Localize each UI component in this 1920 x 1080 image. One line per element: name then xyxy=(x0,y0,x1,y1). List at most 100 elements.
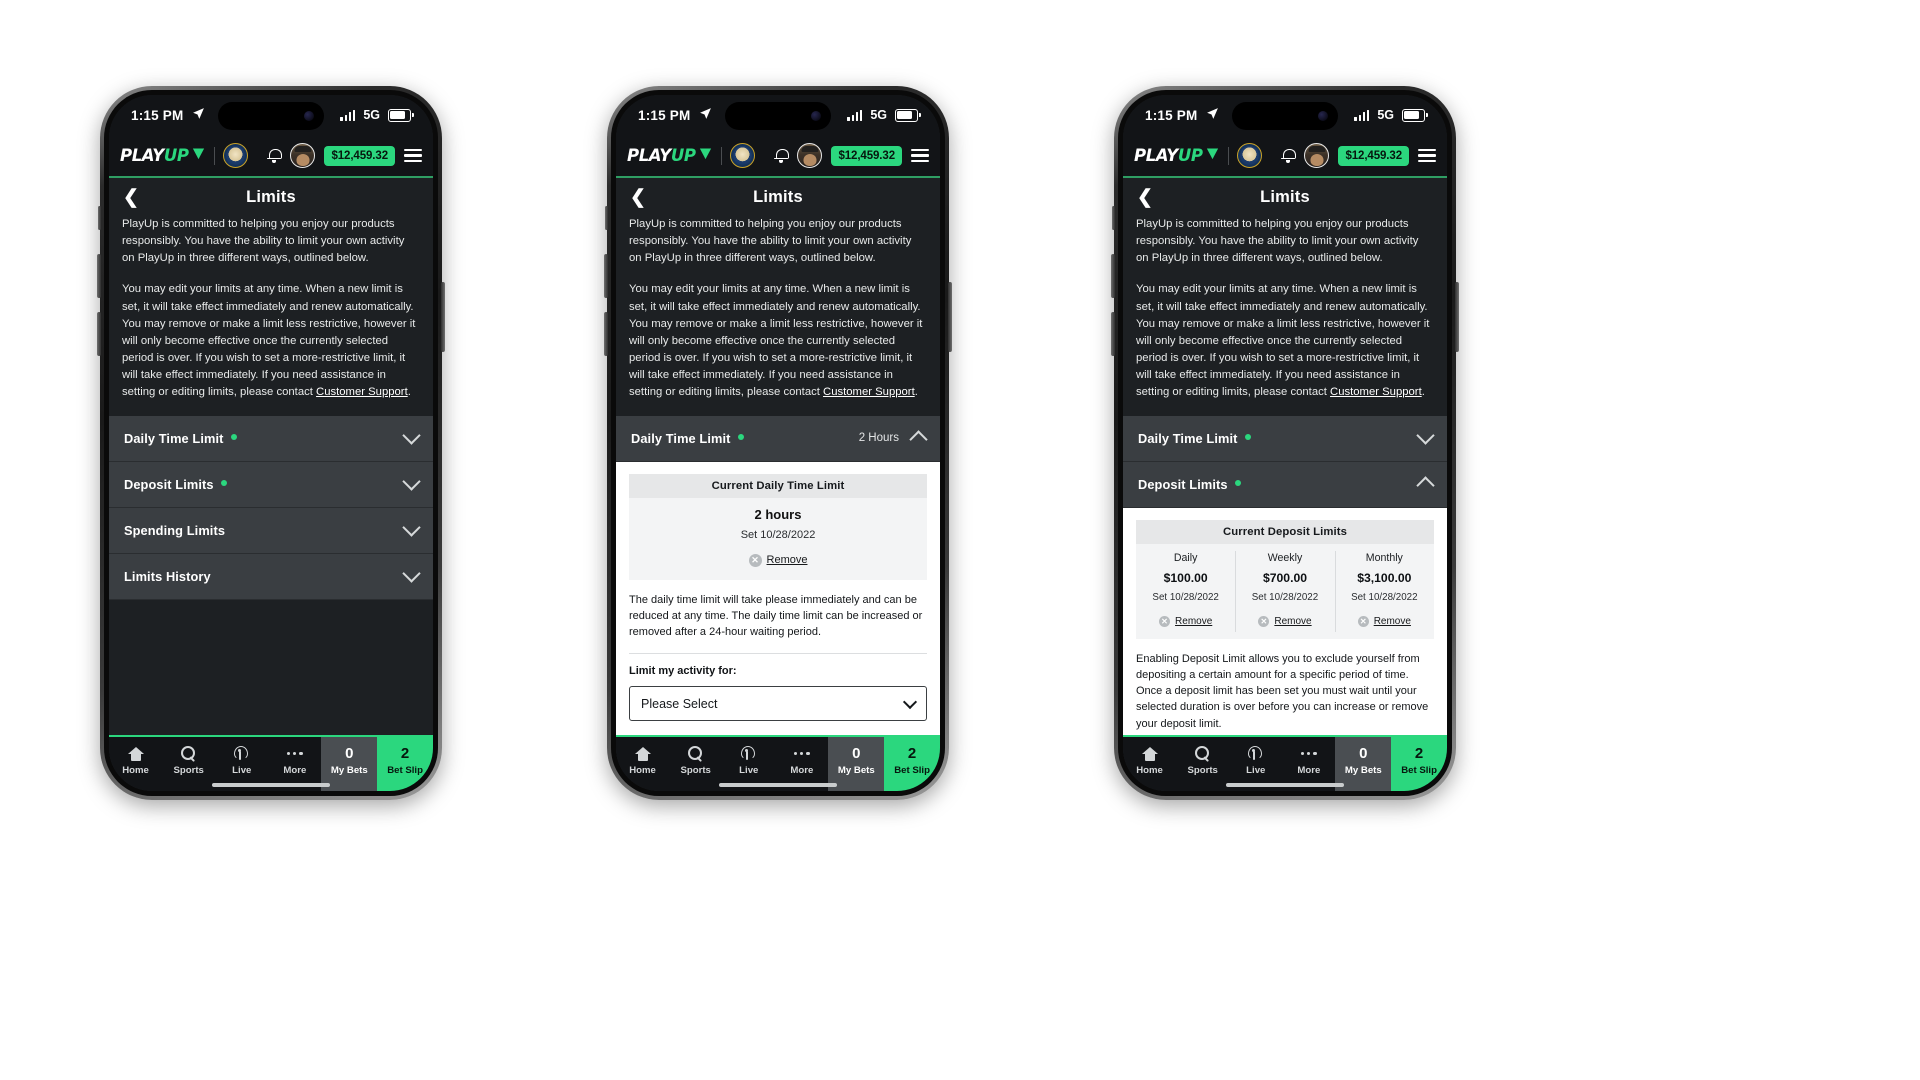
power-button[interactable] xyxy=(1455,282,1459,352)
accordion-label: Deposit Limits xyxy=(1138,476,1228,492)
volume-down-button[interactable] xyxy=(604,312,608,356)
limit-duration-select[interactable]: Please Select xyxy=(629,686,927,722)
avatar[interactable] xyxy=(290,143,316,168)
phone-mockup-2: 1:15 PM 5G PLAY UP $12,459.32 ❮ Limits P… xyxy=(604,86,952,800)
state-seal-icon xyxy=(1236,143,1262,168)
remove-weekly-deposit-limit-button[interactable]: ✕ Remove xyxy=(1258,616,1312,628)
playup-logo[interactable]: PLAY UP xyxy=(627,146,713,165)
intro-text: PlayUp is committed to helping you enjoy… xyxy=(109,216,433,402)
accordion-label: Spending Limits xyxy=(124,522,226,538)
limits-accordion: Daily Time Limit Deposit Limits Current … xyxy=(1123,415,1447,746)
header-divider xyxy=(1227,146,1229,165)
accordion-daily-time-limit[interactable]: Daily Time Limit 2 Hours xyxy=(616,415,940,462)
ellipsis-icon xyxy=(1301,746,1317,761)
screenshot-canvas: 1:15 PM 5G PLAY UP $12,459.32 ❮ Limits P… xyxy=(0,0,1920,1080)
ellipsis-icon xyxy=(287,746,303,761)
power-button[interactable] xyxy=(948,282,952,352)
tab-bet-slip[interactable]: 2 Bet Slip xyxy=(1391,737,1447,791)
intro-p2-part-b: . xyxy=(914,386,918,399)
customer-support-link[interactable]: Customer Support xyxy=(823,386,915,398)
battery-icon xyxy=(895,108,921,122)
balance-badge[interactable]: $12,459.32 xyxy=(831,145,902,166)
avatar[interactable] xyxy=(1304,143,1330,168)
tab-label: More xyxy=(283,765,307,776)
tab-label: Home xyxy=(629,764,656,776)
my-bets-count: 0 xyxy=(852,745,861,762)
remove-monthly-deposit-limit-button[interactable]: ✕ Remove xyxy=(1357,616,1411,628)
accordion-deposit-limits[interactable]: Deposit Limits xyxy=(1123,461,1447,508)
app-header: PLAY UP $12,459.32 xyxy=(616,135,940,178)
accordion-daily-time-limit[interactable]: Daily Time Limit xyxy=(1123,415,1447,462)
status-time: 1:15 PM xyxy=(131,107,184,123)
back-button[interactable]: ❮ xyxy=(630,188,650,207)
tab-sports[interactable]: Sports xyxy=(1176,737,1229,791)
remove-x-circle-icon: ✕ xyxy=(748,553,762,567)
tab-label: My Bets xyxy=(1344,765,1382,776)
volume-up-button[interactable] xyxy=(604,254,608,298)
power-button[interactable] xyxy=(441,282,445,352)
current-daily-time-limit-table: Current Daily Time Limit 2 hours Set 10/… xyxy=(629,473,927,580)
accordion-limits-history[interactable]: Limits History xyxy=(109,553,433,600)
tab-sports[interactable]: Sports xyxy=(162,737,215,791)
tab-my-bets[interactable]: 0 My Bets xyxy=(321,737,378,791)
customer-support-link[interactable]: Customer Support xyxy=(1330,386,1422,398)
front-camera-icon xyxy=(1318,111,1328,121)
balance-badge[interactable]: $12,459.32 xyxy=(1338,145,1409,166)
tab-label: Sports xyxy=(680,765,711,776)
back-button[interactable]: ❮ xyxy=(123,188,143,207)
phone-screen-2: 1:15 PM 5G PLAY UP $12,459.32 ❮ Limits P… xyxy=(616,95,940,791)
tab-my-bets[interactable]: 0 My Bets xyxy=(1335,737,1392,791)
deposit-column-monthly: Monthly $3,100.00 Set 10/28/2022 ✕ Remov… xyxy=(1334,544,1434,639)
hamburger-menu-icon[interactable] xyxy=(911,149,929,162)
silent-switch[interactable] xyxy=(605,206,608,230)
customer-support-link[interactable]: Customer Support xyxy=(316,386,408,398)
tab-sports[interactable]: Sports xyxy=(669,737,722,791)
back-button[interactable]: ❮ xyxy=(1137,188,1157,207)
remove-label: Remove xyxy=(1175,616,1213,628)
tab-bet-slip[interactable]: 2 Bet Slip xyxy=(377,737,433,791)
live-broadcast-icon xyxy=(740,746,757,761)
tab-home[interactable]: Home xyxy=(616,737,669,791)
remove-daily-deposit-limit-button[interactable]: ✕ Remove xyxy=(1159,616,1213,628)
volume-down-button[interactable] xyxy=(1111,312,1115,356)
ellipsis-icon xyxy=(794,746,810,761)
status-time: 1:15 PM xyxy=(1145,107,1198,123)
avatar[interactable] xyxy=(797,143,823,168)
hamburger-menu-icon[interactable] xyxy=(404,149,422,162)
current-limit-value: 2 hours xyxy=(754,506,802,522)
volume-down-button[interactable] xyxy=(97,312,101,356)
volume-up-button[interactable] xyxy=(97,254,101,298)
my-bets-count: 0 xyxy=(1359,745,1368,762)
silent-switch[interactable] xyxy=(1112,206,1115,230)
tab-label: Live xyxy=(739,765,759,776)
tab-home[interactable]: Home xyxy=(109,737,162,791)
remove-label: Remove xyxy=(1373,616,1411,628)
column-name: Monthly xyxy=(1365,551,1403,564)
accordion-spending-limits[interactable]: Spending Limits xyxy=(109,507,433,554)
silent-switch[interactable] xyxy=(98,206,101,230)
notification-bell-icon[interactable] xyxy=(774,148,789,163)
dynamic-island xyxy=(218,102,324,130)
chevron-down-icon xyxy=(402,564,421,583)
playup-logo[interactable]: PLAY UP xyxy=(120,146,206,165)
accordion-deposit-limits[interactable]: Deposit Limits xyxy=(109,461,433,508)
tab-my-bets[interactable]: 0 My Bets xyxy=(828,737,885,791)
state-seal-icon xyxy=(222,143,248,168)
header-actions: $12,459.32 xyxy=(774,143,929,168)
accordion-daily-time-limit[interactable]: Daily Time Limit xyxy=(109,415,433,462)
hamburger-menu-icon[interactable] xyxy=(1418,149,1436,162)
cellular-bars-icon xyxy=(847,109,863,121)
limits-page: ❮ Limits PlayUp is committed to helping … xyxy=(109,178,433,791)
table-body: 2 hours Set 10/28/2022 ✕ Remove xyxy=(629,497,927,580)
network-label: 5G xyxy=(363,108,380,122)
tab-home[interactable]: Home xyxy=(1123,737,1176,791)
accordion-label: Daily Time Limit xyxy=(1138,430,1238,446)
notification-bell-icon[interactable] xyxy=(267,148,282,163)
playup-logo[interactable]: PLAY UP xyxy=(1134,146,1220,165)
volume-up-button[interactable] xyxy=(1111,254,1115,298)
column-name: Daily xyxy=(1173,551,1198,564)
remove-daily-time-limit-button[interactable]: ✕ Remove xyxy=(748,553,807,567)
tab-bet-slip[interactable]: 2 Bet Slip xyxy=(884,737,940,791)
notification-bell-icon[interactable] xyxy=(1281,148,1296,163)
balance-badge[interactable]: $12,459.32 xyxy=(324,145,395,166)
